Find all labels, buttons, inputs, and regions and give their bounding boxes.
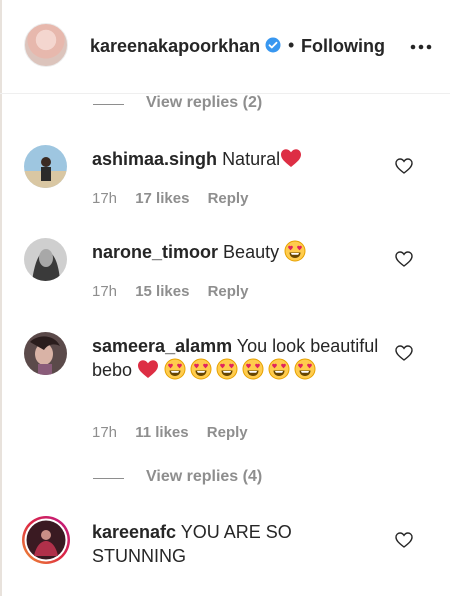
comment-meta: 17h 15 likes Reply bbox=[92, 283, 262, 300]
commenter-username[interactable]: narone_timoor bbox=[92, 242, 218, 262]
like-heart-icon[interactable] bbox=[395, 345, 413, 361]
reply-button[interactable]: Reply bbox=[208, 283, 249, 300]
heart-eyes-emoji bbox=[284, 240, 306, 262]
commenter-avatar-story-ring[interactable] bbox=[22, 516, 70, 564]
heart-eyes-emoji bbox=[242, 358, 264, 380]
view-replies-label[interactable]: View replies (2) bbox=[146, 94, 262, 112]
replies-divider bbox=[93, 478, 124, 479]
like-heart-icon[interactable] bbox=[395, 158, 413, 174]
red-heart-emoji bbox=[280, 148, 302, 168]
heart-eyes-emoji bbox=[190, 358, 212, 380]
comment-body: Natural bbox=[222, 149, 281, 169]
comment-time: 17h bbox=[92, 283, 118, 300]
comment-time: 17h bbox=[92, 190, 118, 207]
heart-eyes-emoji bbox=[164, 358, 186, 380]
author-username[interactable]: kareenakapoorkhan bbox=[90, 36, 260, 57]
post-header: kareenakapoorkhan • Following bbox=[0, 0, 450, 94]
comment-likes[interactable]: 15 likes bbox=[135, 283, 189, 300]
comment-text: narone_timoor Beauty bbox=[92, 240, 382, 264]
comment-body: Beauty bbox=[223, 242, 280, 262]
view-replies-label[interactable]: View replies (4) bbox=[146, 468, 262, 486]
comment-meta: 17h 17 likes Reply bbox=[92, 190, 262, 207]
comment-text: ashimaa.singh Natural bbox=[92, 147, 382, 171]
reply-button[interactable]: Reply bbox=[208, 190, 249, 207]
comment-text: sameera_alamm You look beautiful bebo bbox=[92, 334, 382, 382]
commenter-avatar[interactable] bbox=[24, 145, 67, 188]
following-button[interactable]: Following bbox=[301, 36, 385, 57]
author-avatar[interactable] bbox=[24, 23, 68, 67]
comment-text: kareenafc YOU ARE SO STUNNING bbox=[92, 520, 382, 568]
comment-meta: 17h 11 likes Reply bbox=[92, 424, 262, 441]
verified-badge-icon bbox=[265, 37, 281, 53]
commenter-avatar[interactable] bbox=[24, 332, 67, 375]
commenter-avatar[interactable] bbox=[24, 238, 67, 281]
like-heart-icon[interactable] bbox=[395, 251, 413, 267]
heart-eyes-emoji bbox=[268, 358, 290, 380]
header-separator: • bbox=[288, 35, 295, 55]
like-heart-icon[interactable] bbox=[395, 532, 413, 548]
replies-divider bbox=[93, 104, 124, 105]
commenter-username[interactable]: sameera_alamm bbox=[92, 336, 232, 356]
commenter-username[interactable]: ashimaa.singh bbox=[92, 149, 217, 169]
reply-button[interactable]: Reply bbox=[207, 424, 248, 441]
heart-eyes-emoji bbox=[294, 358, 316, 380]
more-options-icon[interactable] bbox=[410, 44, 432, 50]
comment-likes[interactable]: 17 likes bbox=[135, 190, 189, 207]
heart-eyes-emoji bbox=[216, 358, 238, 380]
commenter-username[interactable]: kareenafc bbox=[92, 522, 176, 542]
comment-time: 17h bbox=[92, 424, 118, 441]
comment-likes[interactable]: 11 likes bbox=[135, 424, 188, 441]
red-heart-emoji bbox=[137, 359, 159, 379]
